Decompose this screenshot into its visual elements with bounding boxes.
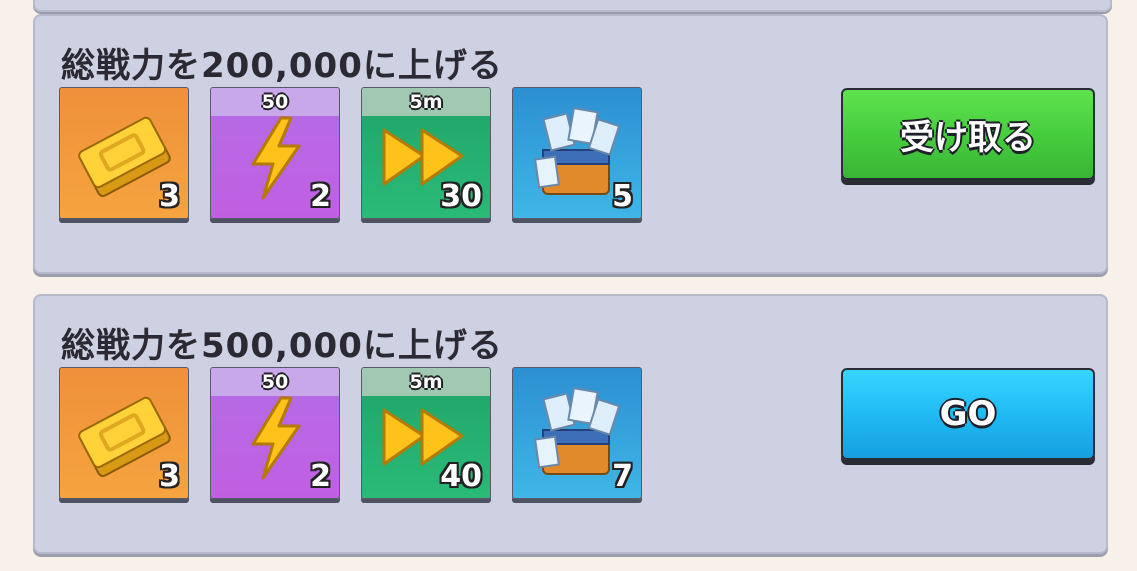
quest-card: 総戦力を200,000に上げる 3 50 2 5m 30 5 受け取る — [33, 14, 1108, 274]
quest-title: 総戦力を500,000に上げる — [61, 326, 503, 366]
reward-quantity: 5 — [612, 179, 633, 214]
reward-quantity: 3 — [159, 179, 180, 214]
quest-card: 総戦力を500,000に上げる 3 50 2 5m 40 7 GO — [33, 294, 1108, 554]
reward-tile-ticket[interactable]: 3 — [59, 367, 189, 499]
reward-tile-energy[interactable]: 50 2 — [210, 87, 340, 219]
reward-quantity: 40 — [440, 459, 482, 494]
previous-card-edge — [33, 0, 1112, 12]
go-button[interactable]: GO — [841, 368, 1095, 460]
reward-tile-ticket[interactable]: 3 — [59, 87, 189, 219]
quest-title: 総戦力を200,000に上げる — [61, 46, 503, 86]
reward-tile-exp-chest[interactable]: 7 — [512, 367, 642, 499]
reward-tile-speedup[interactable]: 5m 40 — [361, 367, 491, 499]
reward-tile-energy[interactable]: 50 2 — [210, 367, 340, 499]
reward-tile-speedup[interactable]: 5m 30 — [361, 87, 491, 219]
reward-quantity: 2 — [310, 459, 331, 494]
reward-quantity: 7 — [612, 459, 633, 494]
reward-quantity: 2 — [310, 179, 331, 214]
reward-tile-exp-chest[interactable]: 5 — [512, 87, 642, 219]
claim-button[interactable]: 受け取る — [841, 88, 1095, 180]
reward-quantity: 3 — [159, 459, 180, 494]
reward-quantity: 30 — [440, 179, 482, 214]
